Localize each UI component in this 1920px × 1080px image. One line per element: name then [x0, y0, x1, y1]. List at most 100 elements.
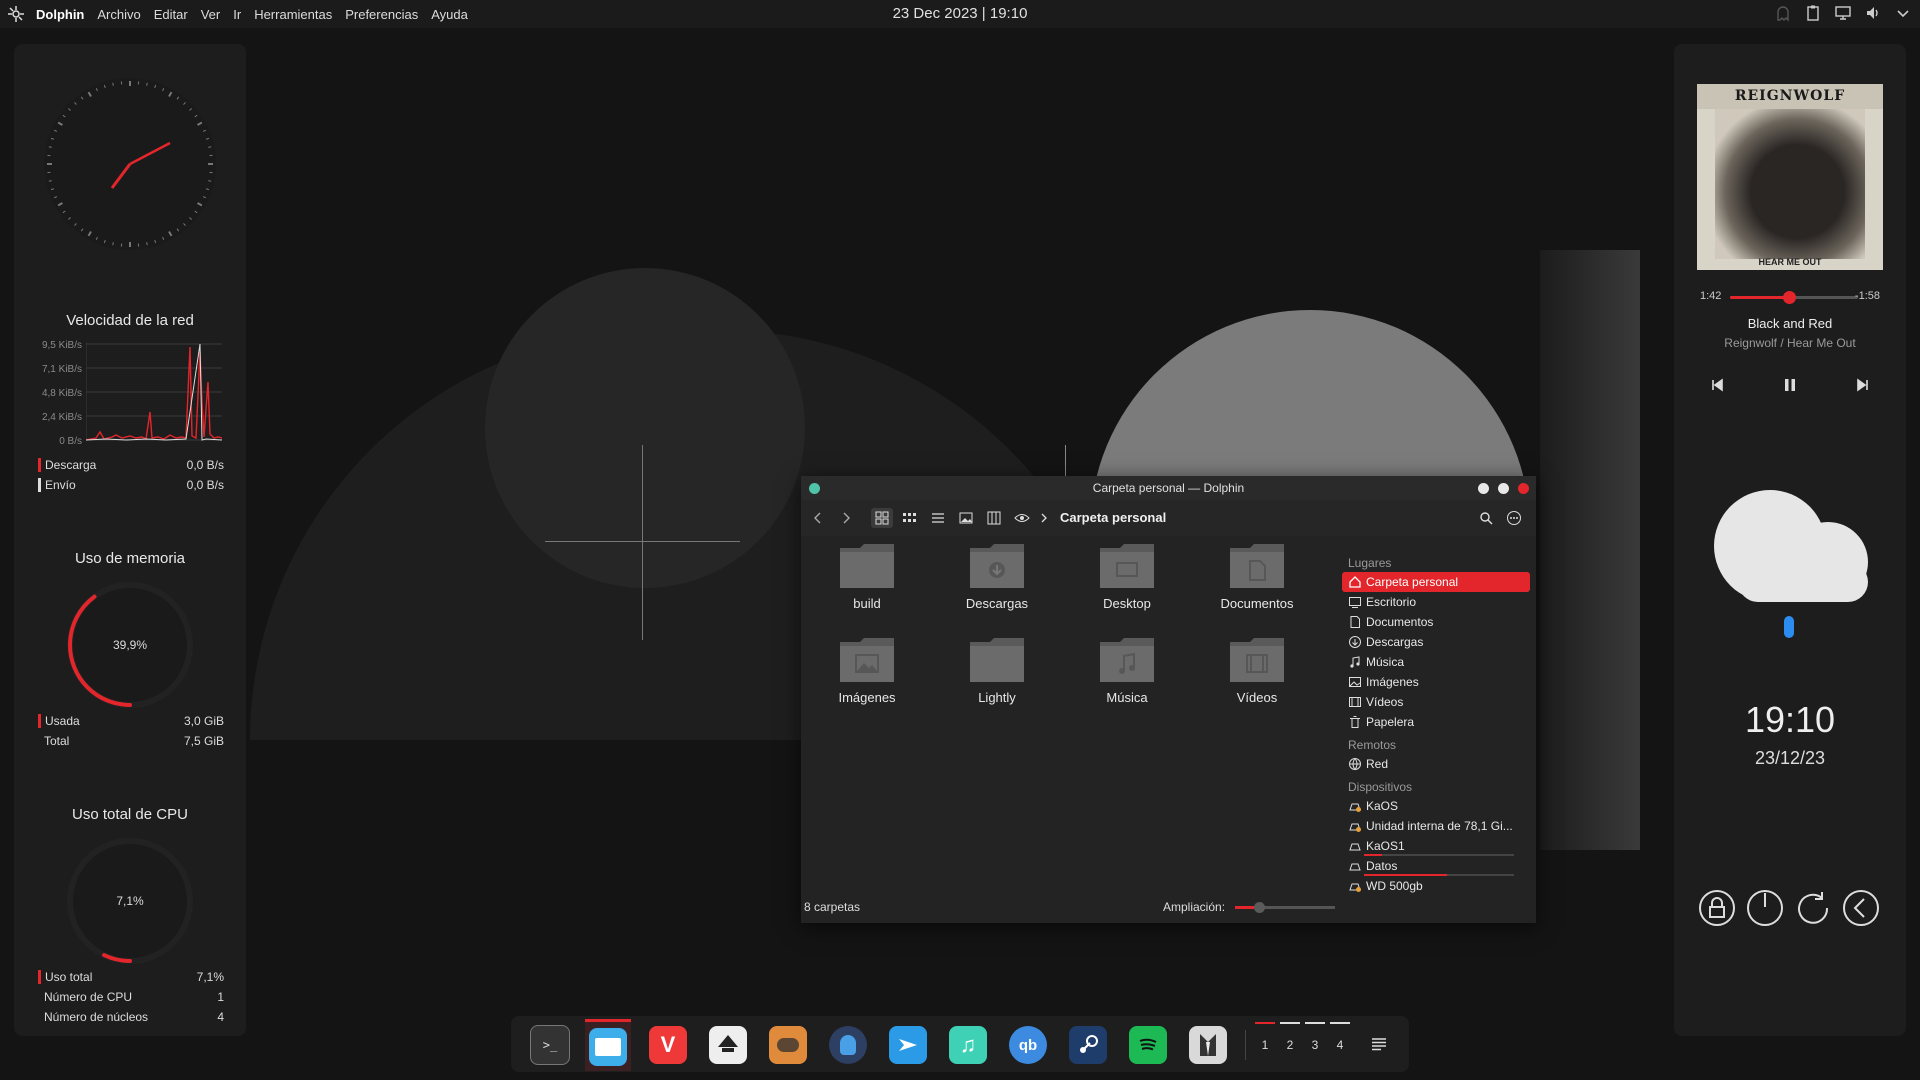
workspace-4[interactable]: 4 — [1333, 1038, 1347, 1052]
details-view-button[interactable] — [927, 508, 949, 528]
breadcrumb-current[interactable]: Carpeta personal — [1060, 500, 1166, 536]
previous-track-icon[interactable] — [1710, 378, 1724, 392]
menu-archivo[interactable]: Archivo — [97, 7, 140, 22]
menu-ver[interactable]: Ver — [201, 7, 221, 22]
workspace-1[interactable]: 1 — [1258, 1038, 1272, 1052]
place-videos[interactable]: Vídeos — [1342, 692, 1530, 712]
menu-editar[interactable]: Editar — [154, 7, 188, 22]
dock-inkscape[interactable] — [705, 1022, 751, 1068]
zoom-slider-handle[interactable] — [1254, 902, 1265, 913]
dock-gimp[interactable] — [765, 1022, 811, 1068]
wallpaper-circle — [485, 268, 805, 588]
dock-steam[interactable] — [1065, 1022, 1111, 1068]
media-seek-handle[interactable] — [1782, 291, 1796, 304]
split-view-button[interactable] — [983, 508, 1005, 528]
dock-music[interactable]: ♫ — [945, 1022, 991, 1068]
zoom-slider[interactable] — [1235, 902, 1335, 913]
chevron-down-icon[interactable] — [1894, 4, 1912, 22]
zoom-label: Ampliación: — [1163, 900, 1226, 914]
place-documents[interactable]: Documentos — [1342, 612, 1530, 632]
place-network[interactable]: Red — [1342, 754, 1530, 774]
menu-herramientas[interactable]: Herramientas — [254, 7, 332, 22]
folder-item[interactable]: Descargas — [937, 540, 1057, 611]
restart-icon[interactable] — [1794, 889, 1832, 927]
search-button[interactable] — [1475, 508, 1497, 528]
forward-button[interactable] — [835, 508, 857, 528]
device-kaos[interactable]: KaOS — [1342, 796, 1530, 816]
volume-icon[interactable] — [1864, 4, 1882, 22]
dock-kleopatra[interactable] — [825, 1022, 871, 1068]
hidden-files-button[interactable] — [1011, 508, 1033, 528]
dock-spotify[interactable] — [1125, 1022, 1171, 1068]
dock-tuxedo[interactable] — [1185, 1022, 1231, 1068]
right-widget-panel: REIGNWOLF HEAR ME OUT 1:42 -1:58 Black a… — [1674, 44, 1906, 1036]
close-button[interactable] — [1518, 483, 1529, 494]
folder-item[interactable]: build — [807, 540, 927, 611]
folder-item[interactable]: Música — [1067, 634, 1187, 705]
folder-item[interactable]: Vídeos — [1197, 634, 1317, 705]
more-icon — [1507, 511, 1521, 525]
kaos-launcher-icon[interactable] — [6, 4, 26, 24]
next-track-icon[interactable] — [1856, 378, 1870, 392]
minimize-button[interactable] — [1478, 483, 1489, 494]
dock-vivaldi[interactable]: V — [645, 1022, 691, 1068]
clipboard-icon[interactable] — [1804, 4, 1822, 22]
dock-terminal[interactable]: >_ — [527, 1022, 573, 1068]
preview-button[interactable] — [955, 508, 977, 528]
place-desktop[interactable]: Escritorio — [1342, 592, 1530, 612]
menu-preferencias[interactable]: Preferencias — [345, 7, 418, 22]
dock-dolphin[interactable] — [585, 1019, 631, 1071]
place-label: Red — [1366, 757, 1389, 771]
pause-icon[interactable] — [1783, 378, 1797, 392]
device-kaos1[interactable]: KaOS1 — [1342, 836, 1530, 856]
clock-tick — [48, 180, 52, 182]
window-title: Carpeta personal — Dolphin — [1092, 481, 1245, 495]
clock-tick — [48, 146, 52, 148]
display-icon[interactable] — [1834, 4, 1852, 22]
folder-label: build — [853, 596, 881, 611]
device-datos[interactable]: Datos — [1342, 856, 1530, 876]
window-list-icon[interactable] — [1371, 1036, 1387, 1052]
device-wd500[interactable]: WD 500gb — [1342, 876, 1530, 896]
ghost-icon[interactable] — [1774, 4, 1792, 22]
folder-item[interactable]: Lightly — [937, 634, 1057, 705]
song-artist: Reignwolf / Hear Me Out — [1724, 336, 1856, 350]
menu-ir[interactable]: Ir — [233, 7, 241, 22]
clock-tick — [208, 180, 212, 182]
folder-item[interactable]: Desktop — [1067, 540, 1187, 611]
net-ylabel-4: 0 B/s — [59, 436, 82, 447]
hamburger-menu-button[interactable] — [1503, 508, 1525, 528]
columns-icon — [987, 511, 1001, 525]
place-trash[interactable]: Papelera — [1342, 712, 1530, 732]
back-button[interactable] — [807, 508, 829, 528]
workspace-3[interactable]: 3 — [1308, 1038, 1322, 1052]
logout-icon[interactable] — [1842, 889, 1880, 927]
cpu-count-label: Número de CPU — [44, 990, 133, 1004]
place-downloads[interactable]: Descargas — [1342, 632, 1530, 652]
dock-kdeconnect[interactable] — [885, 1022, 931, 1068]
folder-item[interactable]: Documentos — [1197, 540, 1317, 611]
folder-item[interactable]: Imágenes — [807, 634, 927, 705]
place-music[interactable]: Música — [1342, 652, 1530, 672]
media-seek-bar[interactable] — [1730, 291, 1858, 304]
maximize-button[interactable] — [1498, 483, 1509, 494]
power-icon[interactable] — [1746, 889, 1784, 927]
clock-tick — [146, 242, 148, 246]
workspace-2[interactable]: 2 — [1283, 1038, 1297, 1052]
icons-view-button[interactable] — [871, 508, 893, 528]
device-internal[interactable]: Unidad interna de 78,1 Gi... — [1342, 816, 1530, 836]
dock-qbittorrent[interactable]: qb — [1005, 1022, 1051, 1068]
net-download-value: 0,0 B/s — [186, 458, 224, 472]
place-home[interactable]: Carpeta personal — [1342, 572, 1530, 592]
lock-icon[interactable] — [1698, 889, 1736, 927]
app-menu-name[interactable]: Dolphin — [36, 7, 84, 22]
folder-icon — [838, 540, 896, 590]
cpu-cores-label: Número de núcleos — [44, 1010, 149, 1024]
mem-used-row: Usada 3,0 GiB — [38, 714, 224, 728]
compact-view-button[interactable] — [899, 508, 921, 528]
globe-icon — [1349, 758, 1361, 771]
place-pictures[interactable]: Imágenes — [1342, 672, 1530, 692]
menu-ayuda[interactable]: Ayuda — [431, 7, 468, 22]
album-cover: REIGNWOLF HEAR ME OUT — [1697, 84, 1883, 270]
window-titlebar[interactable]: Carpeta personal — Dolphin — [801, 476, 1536, 500]
